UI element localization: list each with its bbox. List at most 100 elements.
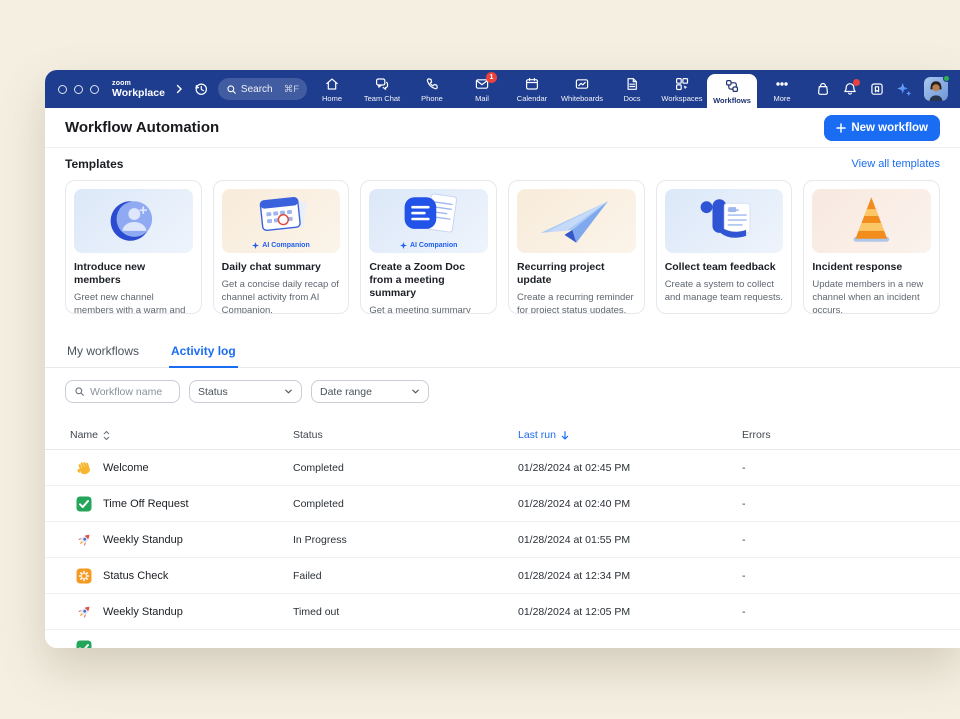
workflows-icon	[724, 78, 740, 94]
history-icon[interactable]	[193, 81, 209, 97]
table-row[interactable]: Time Off Request Completed 01/28/2024 at…	[45, 486, 960, 522]
nav-calendar[interactable]: Calendar	[507, 70, 557, 108]
calendar-icon	[524, 76, 540, 92]
member-illustration	[74, 189, 193, 253]
template-description: Greet new channel members with a warm an…	[74, 291, 193, 314]
row-errors: -	[742, 570, 960, 582]
template-title: Create a Zoom Doc from a meeting summary	[369, 261, 488, 300]
new-workflow-button[interactable]: New workflow	[824, 115, 940, 141]
workflow-tabs: My workflows Activity log	[45, 342, 960, 368]
row-errors: -	[742, 462, 960, 474]
template-description: Create a recurring reminder for project …	[517, 291, 636, 314]
window-controls	[58, 85, 99, 94]
brand-zoom-label: zoom	[112, 80, 165, 87]
template-title: Introduce new members	[74, 261, 193, 287]
template-description: Create a system to collect and manage te…	[665, 278, 784, 304]
workflow-name-search-input[interactable]: Workflow name	[65, 380, 180, 403]
tab-my-workflows[interactable]: My workflows	[65, 342, 141, 367]
nav-phone[interactable]: Phone	[407, 70, 457, 108]
nav-team-chat[interactable]: Team Chat	[357, 70, 407, 108]
paper-plane-illustration	[517, 189, 636, 253]
traffic-cone-illustration	[812, 189, 931, 253]
row-last-run: 01/28/2024 at 01:55 PM	[518, 534, 742, 546]
templates-heading: Templates	[65, 157, 123, 171]
chevron-right-icon[interactable]	[174, 84, 184, 94]
table-row[interactable]: Weekly Standup Timed out 01/28/2024 at 1…	[45, 594, 960, 630]
search-placeholder: Search	[241, 84, 273, 95]
row-status: Completed	[293, 498, 518, 510]
window-minimize-button[interactable]	[74, 85, 83, 94]
view-all-templates-link[interactable]: View all templates	[852, 158, 940, 170]
nav-docs[interactable]: Docs	[607, 70, 657, 108]
chevron-down-icon	[284, 387, 293, 396]
table-row[interactable]: Welcome Completed 01/28/2024 at 02:45 PM…	[45, 450, 960, 486]
template-card-incident-response[interactable]: Incident response Update members in a ne…	[803, 180, 940, 314]
topbar-right	[807, 70, 960, 108]
nav-workspaces[interactable]: Workspaces	[657, 70, 707, 108]
row-status: Completed	[293, 462, 518, 474]
templates-section: Templates View all templates	[45, 148, 960, 314]
user-avatar[interactable]	[924, 77, 948, 101]
search-shortcut: ⌘F	[284, 84, 299, 95]
template-description: Update members in a new channel when an …	[812, 278, 931, 314]
presence-dot	[943, 75, 950, 82]
brand-workplace-label: Workplace	[112, 88, 165, 99]
workspaces-icon	[674, 76, 690, 92]
rocket-icon	[75, 531, 93, 549]
doc-illustration: AI Companion	[369, 189, 488, 253]
topbar: zoom Workplace Search ⌘F	[45, 70, 960, 108]
template-card-introduce-members[interactable]: Introduce new members Greet new channel …	[65, 180, 202, 314]
home-icon	[324, 76, 340, 92]
template-card-zoom-doc[interactable]: AI Companion Create a Zoom Doc from a me…	[360, 180, 497, 314]
column-header-name[interactable]: Name	[70, 429, 293, 441]
global-search-input[interactable]: Search ⌘F	[218, 78, 307, 100]
ai-companion-chip: AI Companion	[369, 242, 488, 249]
date-range-filter-dropdown[interactable]: Date range	[311, 380, 429, 403]
plus-icon	[836, 123, 846, 133]
chevron-down-icon	[411, 387, 420, 396]
table-row[interactable]: Status Check Failed 01/28/2024 at 12:34 …	[45, 558, 960, 594]
template-title: Collect team feedback	[665, 261, 784, 274]
template-title: Incident response	[812, 261, 931, 274]
template-card-collect-feedback[interactable]: Collect team feedback Create a system to…	[656, 180, 793, 314]
green-check-icon	[75, 495, 93, 513]
search-icon	[74, 386, 85, 397]
more-icon	[774, 76, 790, 92]
mail-unread-badge: 1	[486, 72, 497, 83]
sort-desc-arrow-icon	[560, 430, 570, 441]
table-header: Name Status Last run Errors	[45, 421, 960, 450]
chat-icon	[374, 76, 390, 92]
table-row-partial[interactable]	[45, 630, 960, 648]
row-last-run: 01/28/2024 at 12:05 PM	[518, 606, 742, 618]
template-card-daily-chat-summary[interactable]: AI Companion Daily chat summary Get a co…	[213, 180, 350, 314]
column-header-errors[interactable]: Errors	[742, 429, 960, 441]
template-cards: Introduce new members Greet new channel …	[65, 180, 940, 314]
column-header-status[interactable]: Status	[293, 429, 518, 441]
nav-more[interactable]: More	[757, 70, 807, 108]
phone-icon	[424, 76, 440, 92]
window-close-button[interactable]	[58, 85, 67, 94]
nav-whiteboards[interactable]: Whiteboards	[557, 70, 607, 108]
brand-logo: zoom Workplace	[112, 80, 165, 99]
status-filter-dropdown[interactable]: Status	[189, 380, 302, 403]
notifications-bell-icon[interactable]	[842, 81, 858, 97]
orange-alert-icon	[75, 567, 93, 585]
nav-mail[interactable]: 1 Mail	[457, 70, 507, 108]
notification-dot	[853, 79, 860, 86]
doc-icon	[624, 76, 640, 92]
nav-home[interactable]: Home	[307, 70, 357, 108]
table-row[interactable]: Weekly Standup In Progress 01/28/2024 at…	[45, 522, 960, 558]
window-zoom-button[interactable]	[90, 85, 99, 94]
rocket-icon	[75, 603, 93, 621]
bag-icon[interactable]	[815, 81, 831, 97]
filters-row: Workflow name Status Date range	[65, 380, 940, 403]
green-check-icon	[75, 639, 93, 649]
row-errors: -	[742, 498, 960, 510]
row-status: In Progress	[293, 534, 518, 546]
tab-activity-log[interactable]: Activity log	[169, 342, 238, 368]
template-card-recurring-update[interactable]: Recurring project update Create a recurr…	[508, 180, 645, 314]
ai-companion-icon[interactable]	[896, 81, 913, 98]
schedule-icon[interactable]	[869, 81, 885, 97]
column-header-last-run[interactable]: Last run	[518, 429, 742, 441]
nav-workflows[interactable]: Workflows	[707, 74, 757, 108]
